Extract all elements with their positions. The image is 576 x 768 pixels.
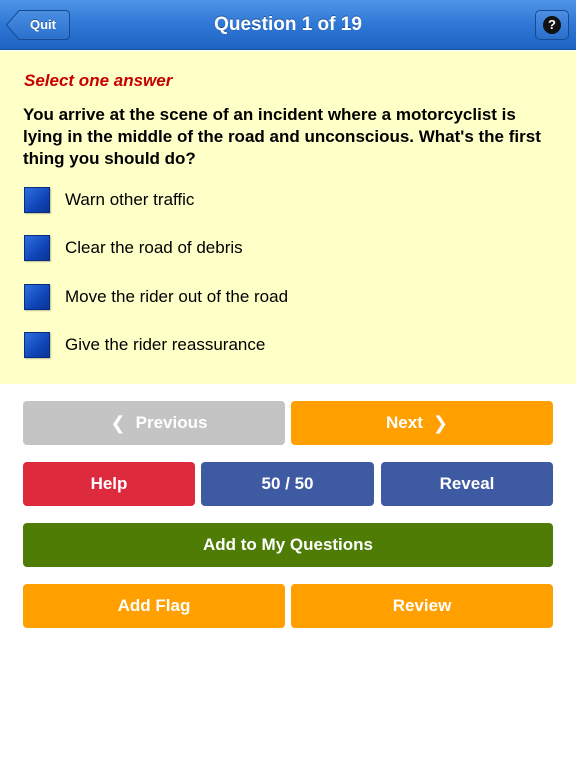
answer-checkbox[interactable] — [24, 187, 50, 213]
add-to-my-questions-button[interactable]: Add to My Questions — [23, 523, 553, 567]
page-title: Question 1 of 19 — [214, 14, 362, 35]
chevron-left-icon: ❮ — [110, 412, 126, 433]
instruction-text: Select one answer — [24, 71, 173, 90]
answer-checkbox[interactable] — [24, 235, 50, 261]
answer-label: Clear the road of debris — [65, 238, 243, 257]
fifty-fifty-button[interactable]: 50 / 50 — [201, 462, 374, 506]
question-text: You arrive at the scene of an incident w… — [23, 105, 541, 168]
answer-label: Warn other traffic — [65, 190, 195, 209]
answer-checkbox[interactable] — [24, 332, 50, 358]
answer-label: Give the rider reassurance — [65, 335, 266, 354]
reveal-label: Reveal — [439, 474, 495, 493]
chevron-right-icon: ❯ — [432, 412, 448, 433]
navigation-bar: Question 1 of 19 Quit ? — [0, 0, 576, 50]
reveal-button[interactable]: Reveal — [381, 462, 553, 506]
help-label: Help — [90, 474, 128, 493]
answer-checkbox[interactable] — [24, 284, 50, 310]
review-button[interactable]: Review — [291, 584, 553, 628]
help-icon-button[interactable]: ? — [535, 10, 569, 40]
next-label: Next — [386, 413, 423, 432]
add-flag-label: Add Flag — [117, 596, 191, 615]
previous-button[interactable]: ❮ Previous — [23, 401, 285, 445]
answer-option-2[interactable]: Clear the road of debris — [24, 234, 544, 262]
add-flag-button[interactable]: Add Flag — [23, 584, 285, 628]
review-label: Review — [392, 596, 452, 615]
answer-label: Move the rider out of the road — [65, 287, 289, 306]
add-to-my-questions-label: Add to My Questions — [203, 535, 373, 554]
previous-label: Previous — [135, 413, 208, 432]
answer-option-1[interactable]: Warn other traffic — [24, 186, 544, 214]
question-panel: Select one answer You arrive at the scen… — [0, 51, 576, 384]
answer-option-4[interactable]: Give the rider reassurance — [24, 331, 544, 359]
next-button[interactable]: Next ❯ — [291, 401, 553, 445]
fifty-fifty-label: 50 / 50 — [261, 474, 314, 493]
answer-option-3[interactable]: Move the rider out of the road — [24, 283, 544, 311]
help-button[interactable]: Help — [23, 462, 195, 506]
quit-label: Quit — [30, 17, 56, 32]
quit-button[interactable]: Quit — [6, 10, 70, 40]
question-mark-icon: ? — [543, 16, 561, 34]
